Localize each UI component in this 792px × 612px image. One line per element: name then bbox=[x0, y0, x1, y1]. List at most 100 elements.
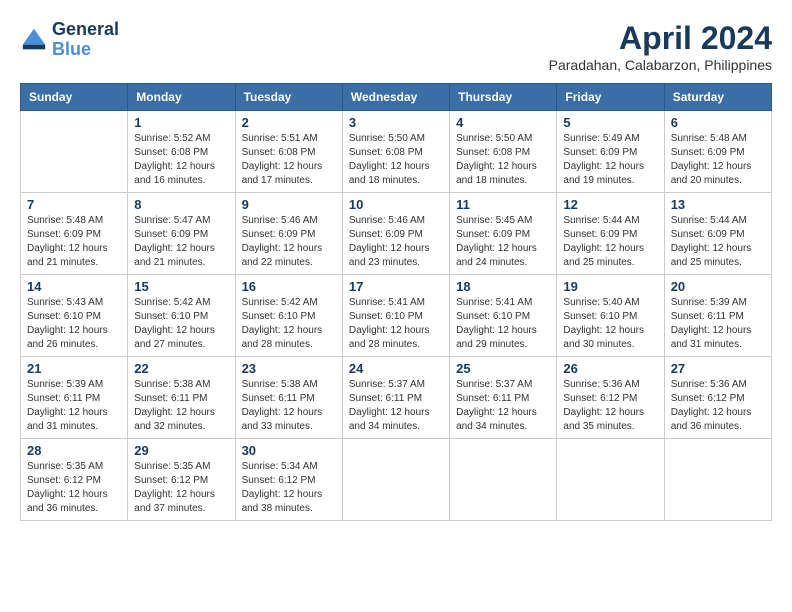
day-number: 8 bbox=[134, 197, 228, 212]
calendar-week-row: 28Sunrise: 5:35 AMSunset: 6:12 PMDayligh… bbox=[21, 439, 772, 521]
day-number: 1 bbox=[134, 115, 228, 130]
day-header-wednesday: Wednesday bbox=[342, 84, 449, 111]
day-info: Sunrise: 5:40 AMSunset: 6:10 PMDaylight:… bbox=[563, 296, 657, 352]
calendar-cell bbox=[342, 439, 449, 521]
day-number: 29 bbox=[134, 443, 228, 458]
calendar-cell: 5Sunrise: 5:49 AMSunset: 6:09 PMDaylight… bbox=[557, 111, 664, 193]
day-number: 26 bbox=[563, 361, 657, 376]
calendar-cell: 2 Sunrise: 5:51 AMSunset: 6:08 PMDaylight… bbox=[235, 111, 342, 193]
calendar-cell: 14 Sunrise: 5:43 AMSunset: 6:10 PMDayligh… bbox=[21, 275, 128, 357]
calendar-cell: 26 Sunrise: 5:36 AMSunset: 6:12 PMDayligh… bbox=[557, 357, 664, 439]
day-header-friday: Friday bbox=[557, 84, 664, 111]
day-number: 21 bbox=[27, 361, 121, 376]
day-number: 19 bbox=[563, 279, 657, 294]
day-number: 10 bbox=[349, 197, 443, 212]
day-number: 7 bbox=[27, 197, 121, 212]
day-info: Sunrise: 5:45 AMSunset: 6:09 PMDaylight:… bbox=[456, 214, 550, 270]
calendar-cell: 23 Sunrise: 5:38 AMSunset: 6:11 PMDayligh… bbox=[235, 357, 342, 439]
calendar-cell: 28Sunrise: 5:35 AMSunset: 6:12 PMDayligh… bbox=[21, 439, 128, 521]
day-header-tuesday: Tuesday bbox=[235, 84, 342, 111]
day-info: Sunrise: 5:38 AMSunset: 6:11 PMDaylight:… bbox=[242, 378, 336, 434]
calendar-cell: 6 Sunrise: 5:48 AMSunset: 6:09 PMDaylight… bbox=[664, 111, 771, 193]
day-info: Sunrise: 5:49 AMSunset: 6:09 PMDaylight:… bbox=[563, 132, 657, 188]
calendar-cell: 9 Sunrise: 5:46 AMSunset: 6:09 PMDaylight… bbox=[235, 193, 342, 275]
day-info: Sunrise: 5:52 AMSunset: 6:08 PMDaylight:… bbox=[134, 132, 228, 188]
calendar-cell bbox=[450, 439, 557, 521]
calendar-cell: 1 Sunrise: 5:52 AMSunset: 6:08 PMDaylight… bbox=[128, 111, 235, 193]
day-number: 17 bbox=[349, 279, 443, 294]
day-info: Sunrise: 5:48 AMSunset: 6:09 PMDaylight:… bbox=[671, 132, 765, 188]
location-subtitle: Paradahan, Calabarzon, Philippines bbox=[549, 57, 772, 73]
calendar-week-row: 21 Sunrise: 5:39 AMSunset: 6:11 PMDayligh… bbox=[21, 357, 772, 439]
logo-line2: Blue bbox=[52, 39, 91, 59]
calendar-cell: 27 Sunrise: 5:36 AMSunset: 6:12 PMDayligh… bbox=[664, 357, 771, 439]
calendar-cell: 7 Sunrise: 5:48 AMSunset: 6:09 PMDaylight… bbox=[21, 193, 128, 275]
calendar-cell: 4Sunrise: 5:50 AMSunset: 6:08 PMDaylight… bbox=[450, 111, 557, 193]
day-number: 20 bbox=[671, 279, 765, 294]
logo-text: General Blue bbox=[52, 20, 119, 60]
day-info: Sunrise: 5:38 AMSunset: 6:11 PMDaylight:… bbox=[134, 378, 228, 434]
calendar-cell: 29 Sunrise: 5:35 AMSunset: 6:12 PMDayligh… bbox=[128, 439, 235, 521]
calendar-cell: 16Sunrise: 5:42 AMSunset: 6:10 PMDayligh… bbox=[235, 275, 342, 357]
day-header-sunday: Sunday bbox=[21, 84, 128, 111]
day-number: 3 bbox=[349, 115, 443, 130]
day-info: Sunrise: 5:51 AMSunset: 6:08 PMDaylight:… bbox=[242, 132, 336, 188]
day-number: 6 bbox=[671, 115, 765, 130]
day-info: Sunrise: 5:44 AMSunset: 6:09 PMDaylight:… bbox=[671, 214, 765, 270]
day-info: Sunrise: 5:44 AMSunset: 6:09 PMDaylight:… bbox=[563, 214, 657, 270]
calendar-cell: 30Sunrise: 5:34 AMSunset: 6:12 PMDayligh… bbox=[235, 439, 342, 521]
day-info: Sunrise: 5:50 AMSunset: 6:08 PMDaylight:… bbox=[456, 132, 550, 188]
calendar-cell bbox=[664, 439, 771, 521]
calendar-cell: 12 Sunrise: 5:44 AMSunset: 6:09 PMDayligh… bbox=[557, 193, 664, 275]
calendar-week-row: 1 Sunrise: 5:52 AMSunset: 6:08 PMDaylight… bbox=[21, 111, 772, 193]
day-info: Sunrise: 5:47 AMSunset: 6:09 PMDaylight:… bbox=[134, 214, 228, 270]
calendar-cell: 13 Sunrise: 5:44 AMSunset: 6:09 PMDayligh… bbox=[664, 193, 771, 275]
day-number: 13 bbox=[671, 197, 765, 212]
day-info: Sunrise: 5:42 AMSunset: 6:10 PMDaylight:… bbox=[242, 296, 336, 352]
day-info: Sunrise: 5:34 AMSunset: 6:12 PMDaylight:… bbox=[242, 460, 336, 516]
day-info: Sunrise: 5:35 AMSunset: 6:12 PMDaylight:… bbox=[134, 460, 228, 516]
calendar-cell: 19 Sunrise: 5:40 AMSunset: 6:10 PMDayligh… bbox=[557, 275, 664, 357]
calendar-cell: 3Sunrise: 5:50 AMSunset: 6:08 PMDaylight… bbox=[342, 111, 449, 193]
calendar-cell: 8 Sunrise: 5:47 AMSunset: 6:09 PMDaylight… bbox=[128, 193, 235, 275]
calendar-header-row: SundayMondayTuesdayWednesdayThursdayFrid… bbox=[21, 84, 772, 111]
day-info: Sunrise: 5:46 AMSunset: 6:09 PMDaylight:… bbox=[242, 214, 336, 270]
day-info: Sunrise: 5:42 AMSunset: 6:10 PMDaylight:… bbox=[134, 296, 228, 352]
day-header-saturday: Saturday bbox=[664, 84, 771, 111]
day-header-monday: Monday bbox=[128, 84, 235, 111]
calendar-week-row: 7 Sunrise: 5:48 AMSunset: 6:09 PMDaylight… bbox=[21, 193, 772, 275]
day-info: Sunrise: 5:36 AMSunset: 6:12 PMDaylight:… bbox=[563, 378, 657, 434]
day-info: Sunrise: 5:46 AMSunset: 6:09 PMDaylight:… bbox=[349, 214, 443, 270]
day-info: Sunrise: 5:37 AMSunset: 6:11 PMDaylight:… bbox=[456, 378, 550, 434]
day-number: 23 bbox=[242, 361, 336, 376]
calendar-cell: 22Sunrise: 5:38 AMSunset: 6:11 PMDayligh… bbox=[128, 357, 235, 439]
day-number: 14 bbox=[27, 279, 121, 294]
calendar-cell: 20Sunrise: 5:39 AMSunset: 6:11 PMDayligh… bbox=[664, 275, 771, 357]
calendar-cell: 15 Sunrise: 5:42 AMSunset: 6:10 PMDayligh… bbox=[128, 275, 235, 357]
day-info: Sunrise: 5:37 AMSunset: 6:11 PMDaylight:… bbox=[349, 378, 443, 434]
day-info: Sunrise: 5:48 AMSunset: 6:09 PMDaylight:… bbox=[27, 214, 121, 270]
day-info: Sunrise: 5:39 AMSunset: 6:11 PMDaylight:… bbox=[27, 378, 121, 434]
day-number: 9 bbox=[242, 197, 336, 212]
calendar-cell bbox=[21, 111, 128, 193]
day-info: Sunrise: 5:41 AMSunset: 6:10 PMDaylight:… bbox=[456, 296, 550, 352]
calendar-table: SundayMondayTuesdayWednesdayThursdayFrid… bbox=[20, 83, 772, 521]
logo: General Blue bbox=[20, 20, 119, 60]
calendar-cell: 17Sunrise: 5:41 AMSunset: 6:10 PMDayligh… bbox=[342, 275, 449, 357]
day-number: 27 bbox=[671, 361, 765, 376]
calendar-cell: 21 Sunrise: 5:39 AMSunset: 6:11 PMDayligh… bbox=[21, 357, 128, 439]
day-number: 15 bbox=[134, 279, 228, 294]
day-info: Sunrise: 5:43 AMSunset: 6:10 PMDaylight:… bbox=[27, 296, 121, 352]
day-header-thursday: Thursday bbox=[450, 84, 557, 111]
day-info: Sunrise: 5:35 AMSunset: 6:12 PMDaylight:… bbox=[27, 460, 121, 516]
day-number: 2 bbox=[242, 115, 336, 130]
logo-icon bbox=[20, 26, 48, 54]
day-number: 24 bbox=[349, 361, 443, 376]
day-number: 18 bbox=[456, 279, 550, 294]
calendar-cell: 11Sunrise: 5:45 AMSunset: 6:09 PMDayligh… bbox=[450, 193, 557, 275]
calendar-cell: 10 Sunrise: 5:46 AMSunset: 6:09 PMDayligh… bbox=[342, 193, 449, 275]
calendar-cell: 18 Sunrise: 5:41 AMSunset: 6:10 PMDayligh… bbox=[450, 275, 557, 357]
day-info: Sunrise: 5:36 AMSunset: 6:12 PMDaylight:… bbox=[671, 378, 765, 434]
day-number: 12 bbox=[563, 197, 657, 212]
calendar-week-row: 14 Sunrise: 5:43 AMSunset: 6:10 PMDayligh… bbox=[21, 275, 772, 357]
